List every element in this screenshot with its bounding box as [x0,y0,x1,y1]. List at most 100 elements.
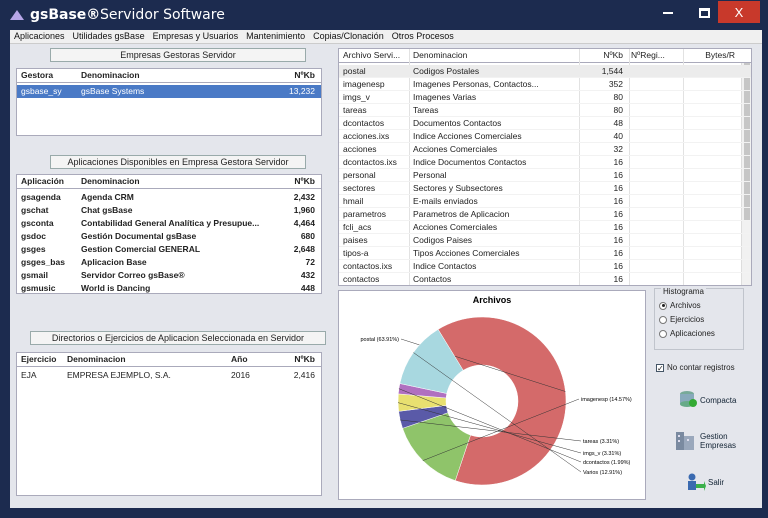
radio-0[interactable]: Archivos [659,301,715,310]
table-row[interactable]: dcontactos Documentos Contactos 48 [339,117,751,130]
table-row[interactable]: gsconta Contabilidad General Analítica y … [17,217,321,230]
table-cell: 352 [608,79,623,89]
column-header[interactable]: NºKb [271,354,315,364]
table-row[interactable]: dcontactos.ixs Indice Documentos Contacto… [339,156,751,169]
slice-label: Varios (12.91%) [583,470,622,476]
gestion-empresas-button[interactable]: Gestion Empresas [674,428,750,458]
table-row[interactable]: tipos-a Tipos Acciones Comerciales 16 [339,247,751,260]
table-cell: 432 [300,270,315,280]
column-header[interactable]: NºKb [267,70,315,80]
table-row[interactable]: gsagenda Agenda CRM 2,432 [17,191,321,204]
minimize-button[interactable] [650,0,686,24]
archivos-pie-chart: Archivos postal (63.91%) imagenesp (14.57… [360,295,632,486]
table-cell: Imagenes Personas, Contactos... [413,79,539,89]
window-title: Servidor Software [100,7,225,23]
table-row[interactable]: gsges Gestion Comercial GENERAL 2,648 [17,243,321,256]
radio-label: Archivos [670,301,701,310]
column-header[interactable]: Denominacion [413,50,581,60]
column-header[interactable]: Año [231,354,267,364]
table-row[interactable]: paises Codigos Paises 16 [339,234,751,247]
table-cell: Sectores y Subsectores [413,183,503,193]
column-header[interactable]: Gestora [21,70,77,80]
aplicaciones-table: Aplicación Denominacion NºKb gsagenda Agenda… [16,174,322,294]
empresas-table: Gestora Denominacion NºKb gsbase_sy gsBase S… [16,68,322,136]
table-cell: 2,416 [293,370,315,380]
close-button[interactable]: X [718,1,760,23]
column-header[interactable]: NºKb [583,50,623,60]
table-row[interactable]: gsdoc Gestión Documental gsBase 680 [17,230,321,243]
directorios-table: Ejercicio Denominacion Año NºKb EJA EMPRESA E… [16,352,322,496]
table-cell: acciones [343,144,377,154]
radio-1[interactable]: Ejercicios [659,315,715,324]
table-row[interactable]: acciones.ixs Indice Acciones Comerciales 4… [339,130,751,143]
table-row[interactable]: contactos.ixs Indice Contactos 16 [339,260,751,273]
table-cell: fcli_acs [343,222,372,232]
table-cell: 16 [613,248,623,258]
table-cell: Servidor Correo gsBase® [81,270,185,280]
table-row[interactable]: imagenesp Imagenes Personas, Contactos...… [339,78,751,91]
table-cell: Tipos Acciones Comerciales [413,248,520,258]
table-cell: gsmail [21,270,48,280]
table-row[interactable]: postal Codigos Postales 1,544 [339,65,751,78]
table-cell: 16 [613,157,623,167]
column-header[interactable]: Denominacion [81,70,261,80]
radio-2[interactable]: Aplicaciones [659,329,715,338]
column-header[interactable]: Archivo Servi... [343,50,407,60]
table-row[interactable]: gsmail Servidor Correo gsBase® 432 [17,269,321,282]
menu-item-3[interactable]: Mantenimiento [242,30,309,42]
table-cell: 80 [613,92,623,102]
menu-item-0[interactable]: Aplicaciones [10,30,69,42]
table-cell: gsBase Systems [81,86,145,96]
main-window: gsBase® Servidor Software X Aplicaciones… [0,0,768,518]
table-row[interactable]: gsges_bas Aplicacion Base 72 [17,256,321,269]
menu-item-4[interactable]: Copias/Clonación [309,30,388,42]
table-row[interactable]: personal Personal 16 [339,169,751,182]
no-contar-label: No contar registros [667,363,735,372]
table-row[interactable]: gsbase_sy gsBase Systems 13,232 [17,85,321,98]
menu-bar: Aplicaciones Utilidades gsBase Empresas y … [10,30,762,44]
menu-item-2[interactable]: Empresas y Usuarios [149,30,243,42]
radio-icon [659,301,667,310]
table-cell: Documentos Contactos [413,118,502,128]
table-row[interactable]: contactos Contactos 16 [339,273,751,285]
table-row[interactable]: imgs_v Imagenes Varias 80 [339,91,751,104]
column-header[interactable]: NºKb [267,176,315,186]
slice-label: postal (63.91%) [360,337,399,343]
table-row[interactable]: acciones Acciones Comerciales 32 [339,143,751,156]
table-row[interactable]: tareas Tareas 80 [339,104,751,117]
no-contar-checkbox[interactable]: ✓ No contar registros [656,363,735,372]
compacta-label: Compacta [700,396,737,405]
empresas-title: Empresas Gestoras Servidor [50,48,306,62]
column-header[interactable]: Denominacion [67,354,227,364]
table-row[interactable]: gsmusic World is Dancing 448 [17,282,321,295]
column-header[interactable]: Denominacion [81,176,261,186]
radio-label: Ejercicios [670,315,705,324]
table-cell: personal [343,170,376,180]
table-row[interactable]: EJA EMPRESA EJEMPLO, S.A. 2016 2,416 [17,369,321,382]
column-header[interactable]: NºRegi... [631,50,679,60]
table-row[interactable]: sectores Sectores y Subsectores 16 [339,182,751,195]
table-row[interactable]: fcli_acs Acciones Comerciales 16 [339,221,751,234]
maximize-button[interactable] [686,0,722,24]
table-cell: 16 [613,261,623,271]
table-cell: Codigos Postales [413,66,480,76]
column-header[interactable]: Ejercicio [21,354,63,364]
table-cell: Personal [413,170,447,180]
table-row[interactable]: parametros Parametros de Aplicacion 16 [339,208,751,221]
table-row[interactable]: hmail E-mails enviados 16 [339,195,751,208]
directorios-title: Directorios o Ejercicios de Aplicacion S… [30,331,326,345]
column-header[interactable]: Aplicación [21,176,79,186]
menu-item-1[interactable]: Utilidades gsBase [69,30,149,42]
table-row[interactable]: gschat Chat gsBase 1,960 [17,204,321,217]
table-cell: Indice Documentos Contactos [413,157,527,167]
table-cell: gsmusic [21,283,56,293]
radio-icon [659,329,667,338]
aplicaciones-title: Aplicaciones Disponibles en Empresa Gest… [50,155,306,169]
buildings-icon [676,432,694,450]
column-header[interactable]: Bytes/R [685,50,735,60]
salir-button[interactable]: Salir [682,472,742,496]
table-cell: Agenda CRM [81,192,134,202]
menu-item-5[interactable]: Otros Procesos [388,30,458,42]
table-cell: 16 [613,209,623,219]
table-cell: 2,432 [293,192,315,202]
